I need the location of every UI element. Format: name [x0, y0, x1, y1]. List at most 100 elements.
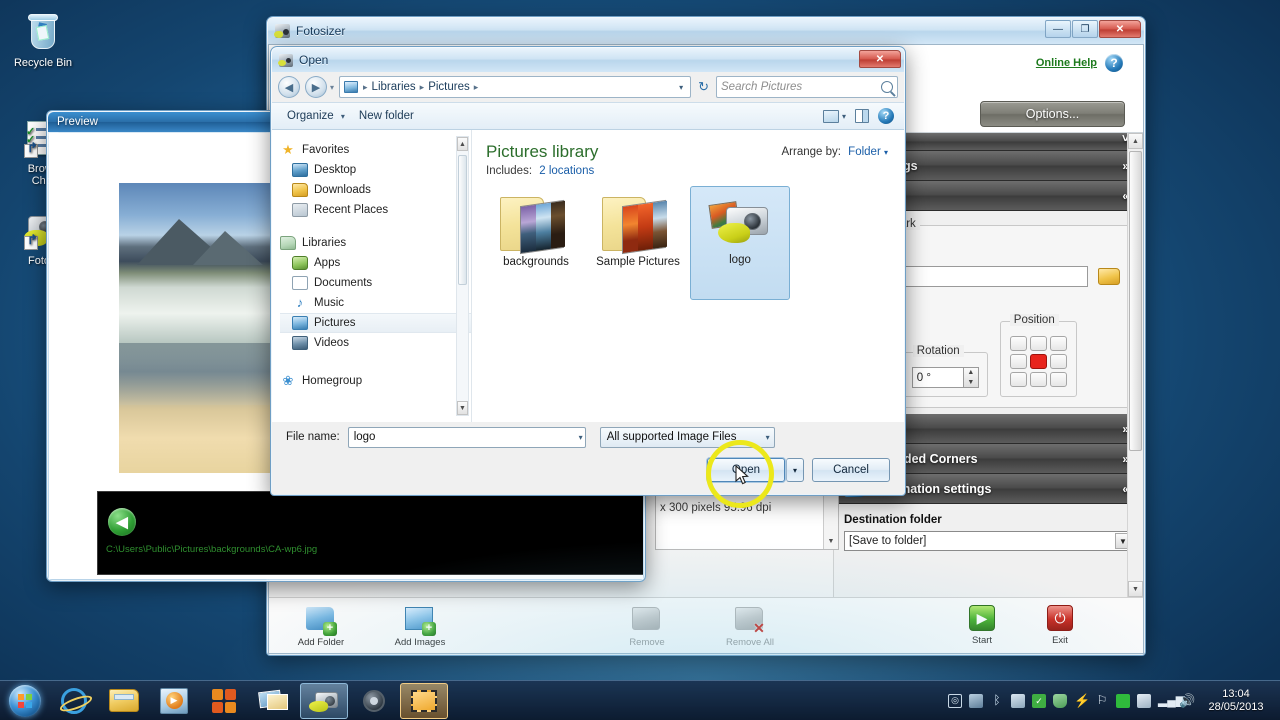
breadcrumb-item-libraries[interactable]: Libraries: [370, 80, 418, 94]
power-icon[interactable]: ⚡: [1074, 694, 1088, 708]
preview-pane-icon[interactable]: [855, 109, 869, 123]
settings-scrollbar[interactable]: ▲ ▼: [1127, 133, 1143, 597]
close-button[interactable]: ✕: [1099, 20, 1141, 38]
search-input[interactable]: Search Pictures: [716, 76, 898, 98]
taskbar-photo-gallery[interactable]: [250, 683, 298, 719]
position-cell-selected[interactable]: [1030, 354, 1047, 369]
chevron-down-icon[interactable]: ▾: [674, 83, 688, 92]
maximize-button[interactable]: ❐: [1072, 20, 1098, 38]
action-center-icon[interactable]: ◎: [948, 694, 962, 708]
start-button[interactable]: ▶ Start: [944, 604, 1020, 646]
open-dropdown-button[interactable]: ▾: [786, 458, 804, 482]
scroll-down-button[interactable]: ▼: [1128, 581, 1143, 597]
security-icon[interactable]: [1053, 694, 1067, 708]
image-info-text: x 300 pixels 95.96 dpi: [660, 502, 771, 514]
destination-folder-select[interactable]: [Save to folder] ▼: [844, 531, 1133, 551]
fotosizer-titlebar[interactable]: Fotosizer — ❐ ✕: [268, 18, 1144, 44]
remove-all-button[interactable]: ✕ Remove All: [712, 604, 788, 648]
folder-icon[interactable]: [1098, 268, 1120, 285]
position-cell[interactable]: [1050, 336, 1067, 351]
position-cell[interactable]: [1010, 354, 1027, 369]
nav-group-libraries[interactable]: Libraries: [280, 233, 471, 253]
chevron-down-icon[interactable]: ▾: [766, 433, 770, 442]
taskbar-explorer[interactable]: [100, 683, 148, 719]
refresh-icon[interactable]: ↻: [696, 79, 711, 95]
taskbar-media-player[interactable]: ▶: [150, 683, 198, 719]
position-grid[interactable]: [1010, 336, 1067, 387]
taskbar-fotosizer[interactable]: [300, 683, 348, 719]
sidebar-item-videos[interactable]: Videos: [280, 333, 471, 353]
sidebar-item-downloads[interactable]: Downloads: [280, 180, 471, 200]
open-dialog-titlebar[interactable]: Open ✕: [272, 48, 904, 72]
cancel-button[interactable]: Cancel: [812, 458, 890, 482]
sidebar-item-homegroup[interactable]: ❀ Homegroup: [280, 371, 471, 391]
arrange-by[interactable]: Arrange by: Folder ▾: [782, 146, 888, 158]
minimize-button[interactable]: —: [1045, 20, 1071, 38]
sidebar-item-music[interactable]: ♪ Music: [280, 293, 471, 313]
scroll-thumb[interactable]: [1129, 151, 1142, 451]
help-icon[interactable]: ?: [1105, 54, 1123, 72]
sidebar-item-apps[interactable]: Apps: [280, 253, 471, 273]
close-dialog-button[interactable]: ✕: [859, 50, 901, 68]
remove-button[interactable]: Remove: [609, 604, 685, 648]
breadcrumb[interactable]: ▸ Libraries ▸ Pictures ▸ ▾: [339, 76, 691, 98]
start-button[interactable]: [2, 683, 48, 719]
position-cell[interactable]: [1050, 372, 1067, 387]
position-cell[interactable]: [1050, 354, 1067, 369]
file-tile-logo[interactable]: logo: [690, 186, 790, 300]
bluetooth-icon[interactable]: ᛒ: [990, 694, 1004, 708]
previous-image-button[interactable]: ◀: [108, 508, 136, 536]
display-icon[interactable]: [969, 694, 983, 708]
file-tile-backgrounds[interactable]: backgrounds: [486, 186, 586, 300]
add-folder-button[interactable]: + Add Folder: [283, 604, 359, 648]
history-dropdown-icon[interactable]: ▾: [330, 83, 334, 92]
chevron-down-icon[interactable]: ▾: [579, 433, 583, 442]
volume-icon[interactable]: 🔊: [1179, 694, 1193, 708]
forward-button[interactable]: ▶: [305, 76, 327, 98]
file-type-select[interactable]: All supported Image Files ▾: [600, 427, 775, 448]
chevron-down-icon[interactable]: ▾: [842, 112, 846, 121]
back-button[interactable]: ◀: [278, 76, 300, 98]
sidebar-item-desktop[interactable]: Desktop: [280, 160, 471, 180]
organize-button[interactable]: Organize ▾: [280, 107, 352, 125]
nav-group-favorites[interactable]: ★ Favorites: [280, 140, 471, 160]
position-cell[interactable]: [1030, 336, 1047, 351]
taskbar-clock[interactable]: 13:04 28/05/2013: [1200, 688, 1272, 714]
scroll-thumb[interactable]: [458, 155, 467, 285]
includes-link[interactable]: 2 locations: [539, 165, 594, 177]
rotation-spinner[interactable]: ▲▼: [964, 367, 979, 388]
rotation-input[interactable]: 0 °: [912, 367, 964, 388]
file-tile-sample-pictures[interactable]: Sample Pictures: [588, 186, 688, 300]
add-images-button[interactable]: + Add Images: [382, 604, 458, 648]
scroll-down-button[interactable]: ▼: [824, 533, 838, 549]
sidebar-item-pictures[interactable]: Pictures: [280, 313, 471, 333]
desktop-icon-recycle-bin[interactable]: Recycle Bin: [6, 12, 80, 69]
scroll-up-button[interactable]: ▲: [457, 137, 468, 151]
taskbar-internet-explorer[interactable]: [50, 683, 98, 719]
navpane-scrollbar[interactable]: ▲ ▼: [456, 136, 469, 416]
position-cell[interactable]: [1010, 372, 1027, 387]
battery-icon[interactable]: [1137, 694, 1151, 708]
taskbar-settings[interactable]: [350, 683, 398, 719]
breadcrumb-item-pictures[interactable]: Pictures: [426, 80, 472, 94]
options-button[interactable]: Options...: [980, 101, 1125, 127]
safely-remove-icon[interactable]: ✓: [1032, 694, 1046, 708]
help-icon[interactable]: ?: [878, 108, 894, 124]
view-layout-icon[interactable]: [823, 110, 839, 123]
online-help-link[interactable]: Online Help: [1036, 57, 1097, 69]
scroll-up-button[interactable]: ▲: [1128, 133, 1143, 149]
taskbar-selection-tool[interactable]: [400, 683, 448, 719]
sidebar-item-documents[interactable]: Documents: [280, 273, 471, 293]
taskbar-office[interactable]: [200, 683, 248, 719]
file-name-input[interactable]: logo ▾: [348, 427, 586, 448]
flag-icon[interactable]: ⚐: [1095, 694, 1109, 708]
sidebar-item-recent-places[interactable]: Recent Places: [280, 200, 471, 220]
position-cell[interactable]: [1010, 336, 1027, 351]
scroll-down-button[interactable]: ▼: [457, 401, 468, 415]
exit-button[interactable]: ⏻ Exit: [1022, 604, 1098, 646]
monitor-icon[interactable]: [1011, 694, 1025, 708]
position-cell[interactable]: [1030, 372, 1047, 387]
signal-icon[interactable]: ▂▄▆: [1158, 694, 1172, 708]
network-sync-icon[interactable]: [1116, 694, 1130, 708]
new-folder-button[interactable]: New folder: [352, 107, 421, 125]
